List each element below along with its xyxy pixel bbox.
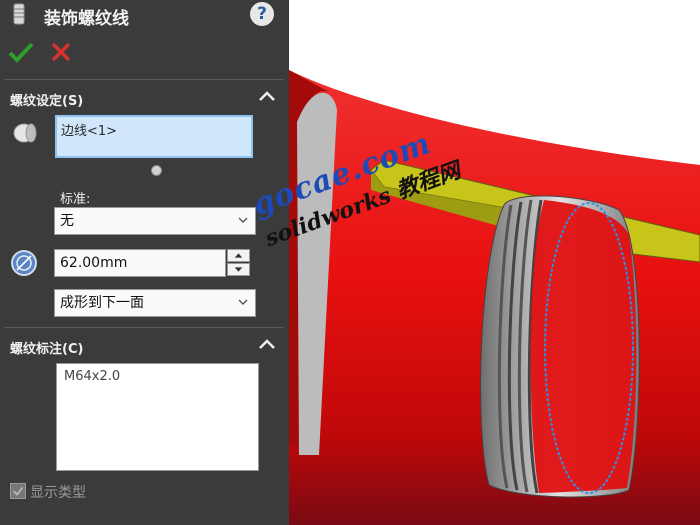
edge-selection-icon	[13, 123, 37, 143]
spin-down-icon[interactable]	[227, 263, 250, 276]
standard-dropdown[interactable]: 无	[54, 207, 256, 235]
standard-label: 标准:	[60, 192, 91, 207]
thread-settings-title: 螺纹设定(S)	[10, 94, 84, 109]
chevron-up-icon[interactable]	[258, 90, 276, 102]
help-button[interactable]: ?	[250, 2, 274, 26]
spin-up-icon[interactable]	[227, 249, 250, 262]
graphics-viewport[interactable]	[289, 0, 700, 525]
divider	[4, 79, 284, 80]
thread-callout-value: M64x2.0	[64, 369, 121, 384]
cancel-x-icon[interactable]	[50, 41, 72, 63]
resize-handle[interactable]	[151, 165, 162, 176]
panel-title: 装饰螺纹线	[44, 9, 129, 29]
chevron-down-icon	[238, 217, 248, 223]
panel-header: 装饰螺纹线 ?	[0, 0, 289, 30]
ok-check-icon[interactable]	[8, 40, 34, 64]
checkbox-icon[interactable]	[10, 483, 26, 499]
divider	[4, 327, 284, 328]
chevron-down-icon	[238, 299, 248, 305]
diameter-input[interactable]: 62.00mm	[54, 249, 226, 277]
diameter-icon	[11, 250, 37, 276]
edge-selection-value: 边线<1>	[61, 124, 118, 139]
standard-value: 无	[60, 213, 74, 229]
thread-callout-title: 螺纹标注(C)	[10, 342, 84, 357]
property-manager-panel: 装饰螺纹线 ? 螺纹设定(S) 边线<1> 标准: 无 62.00mm 成形到下…	[0, 0, 289, 525]
end-condition-value: 成形到下一面	[60, 295, 144, 311]
end-condition-dropdown[interactable]: 成形到下一面	[54, 289, 256, 317]
edge-selection-field[interactable]: 边线<1>	[55, 115, 253, 158]
show-type-label: 显示类型	[30, 485, 86, 501]
cosmetic-thread-icon	[13, 3, 25, 25]
thread-callout-field[interactable]: M64x2.0	[56, 363, 259, 471]
show-type-option[interactable]: 显示类型	[10, 482, 130, 502]
chevron-up-icon[interactable]	[258, 338, 276, 350]
